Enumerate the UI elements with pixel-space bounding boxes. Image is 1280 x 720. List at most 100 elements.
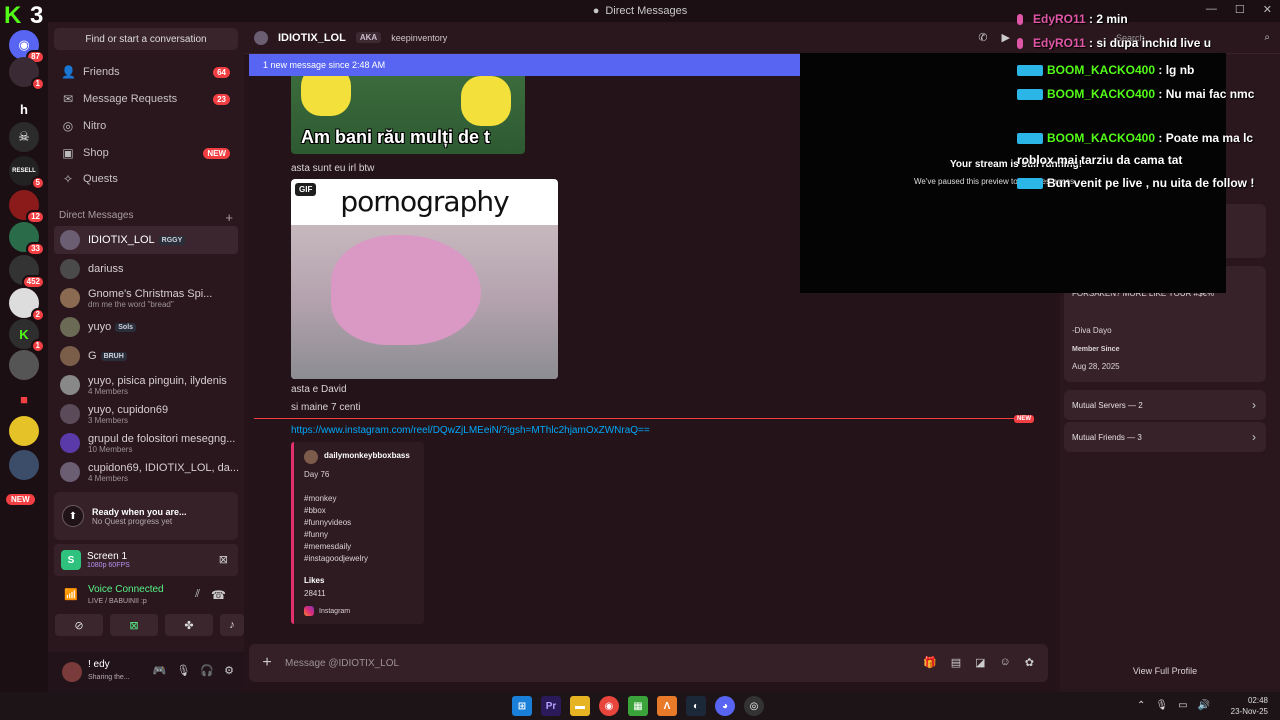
server-icon[interactable]: h <box>9 94 39 124</box>
disconnect-icon[interactable]: ☎ <box>211 588 226 602</box>
chat-title[interactable]: IDIOTIX_LOL <box>278 32 346 44</box>
dm-item[interactable]: G BRUH <box>54 342 238 370</box>
chevron-right-icon: › <box>1252 398 1256 412</box>
server-icon[interactable] <box>9 416 39 446</box>
dm-item[interactable]: yuyo, pisica pinguin, ilydenis 4 Members <box>54 371 238 399</box>
app-icon[interactable]: Λ <box>657 696 677 716</box>
chrome-icon[interactable]: ◉ <box>599 696 619 716</box>
video-call-icon[interactable]: ▶ <box>1002 31 1010 44</box>
nitro-icon: ◎ <box>62 119 74 133</box>
server-icon[interactable]: RESELL 5 <box>9 156 45 190</box>
window-title: ● Direct Messages <box>593 5 688 17</box>
instagram-link[interactable]: https://www.instagram.com/reel/DQwZjLMEe… <box>291 425 650 436</box>
sticker-icon[interactable]: ◪ <box>975 656 985 669</box>
create-dm-button[interactable]: + <box>225 210 233 225</box>
view-full-profile-link[interactable]: View Full Profile <box>1060 666 1270 676</box>
meme-image[interactable]: Am bani rău mulți de t <box>291 76 525 154</box>
taskbar: ⊞ Pr ▬ ◉ ▦ Λ ◐ ◕ ◎ ⌃ 🎙 ▭ 🔊 02:48 23-Nov-… <box>0 692 1280 720</box>
nav-message-requests[interactable]: ✉ Message Requests 23 <box>54 87 238 111</box>
mic-icon[interactable]: 🎙 <box>1155 700 1168 711</box>
close-button[interactable]: ✕ <box>1263 3 1272 16</box>
camera-button[interactable]: ⊘ <box>55 614 103 636</box>
member-since-value: Aug 28, 2025 <box>1072 362 1120 371</box>
apps-icon[interactable]: ✿ <box>1025 656 1034 669</box>
chevron-up-icon[interactable]: ⌃ <box>1137 700 1145 711</box>
screen-share-button[interactable]: ⊠ <box>110 614 158 636</box>
discord-icon[interactable]: ◕ <box>715 696 735 716</box>
server-tag: BRUH <box>100 351 127 361</box>
mic-icon[interactable]: 🎙 <box>176 664 190 677</box>
nav-quests[interactable]: ✧ Quests <box>54 167 238 191</box>
server-icon[interactable]: 33 <box>9 222 45 256</box>
noise-suppression-icon[interactable]: ⫽ <box>195 588 200 601</box>
find-conversation-button[interactable]: Find or start a conversation <box>54 28 238 50</box>
headphones-icon[interactable]: 🎧 <box>200 664 214 677</box>
dm-item[interactable]: cupidon69, IDIOTIX_LOL, da... 4 Members <box>54 458 238 486</box>
message-input[interactable]: Message @IDIOTIX_LOL <box>285 658 399 669</box>
mutual-servers-row[interactable]: Mutual Servers — 2 › <box>1064 390 1266 420</box>
home-button[interactable]: ◉ 87 <box>9 30 45 64</box>
badge-icon <box>1017 89 1043 101</box>
new-badge: NEW <box>6 494 35 505</box>
gif-embed[interactable]: pornography GIF <box>291 179 558 379</box>
volume-icon[interactable]: 🔊 <box>1198 700 1210 711</box>
new-messages-bar[interactable]: 1 new message since 2:48 AM <box>249 54 800 76</box>
gear-icon[interactable]: ⚙ <box>224 664 234 677</box>
stop-stream-icon[interactable]: ⊠ <box>219 553 228 566</box>
windows-start-icon[interactable]: ⊞ <box>512 696 532 716</box>
minecraft-icon[interactable]: ▦ <box>628 696 648 716</box>
attach-button[interactable]: + <box>249 654 285 672</box>
nav-shop[interactable]: ▣ Shop NEW <box>54 141 238 165</box>
overlay-message: BOOM_KACKO400 : Poate ma ma lc roblox ma… <box>1017 131 1254 167</box>
new-messages-divider <box>254 418 1034 419</box>
network-icon[interactable]: ▭ <box>1178 700 1187 711</box>
voice-status[interactable]: Voice Connected <box>88 584 164 595</box>
clock-time: 02:48 <box>1247 696 1268 705</box>
activities-button[interactable]: ✤ <box>165 614 213 636</box>
overlay-message: BOOM_KACKO400 : lg nb <box>1017 59 1257 81</box>
server-icon[interactable] <box>9 350 39 380</box>
gif-icon[interactable]: ▤ <box>951 656 961 669</box>
nav-nitro[interactable]: ◎ Nitro <box>54 114 238 138</box>
voice-channel[interactable]: LIVE / BABUINII :p <box>88 598 147 605</box>
server-icon[interactable]: 1 <box>9 57 45 91</box>
avatar <box>304 450 318 464</box>
soundboard-button[interactable]: ♪ <box>220 614 244 636</box>
emoji-icon[interactable]: ☺ <box>1000 656 1011 669</box>
steam-icon[interactable]: ◐ <box>686 696 706 716</box>
avatar <box>60 259 80 279</box>
nav-friends[interactable]: 👤 Friends 64 <box>54 60 238 84</box>
user-name[interactable]: ! edy <box>88 659 110 670</box>
signal-icon[interactable]: 📶 <box>64 588 78 601</box>
server-icon[interactable]: K1 <box>9 319 45 353</box>
server-icon[interactable]: 12 <box>9 190 45 224</box>
overlay-message: EdyRO11 : 2 min <box>1017 8 1257 30</box>
app-icon[interactable]: ◎ <box>744 696 764 716</box>
link-embed: dailymonkeybboxbass Day 76 #monkey #bbox… <box>291 442 424 624</box>
clock[interactable]: 02:48 23-Nov-25 <box>1231 695 1268 717</box>
avatar[interactable] <box>62 662 82 682</box>
dm-item[interactable]: yuyo Sols <box>54 313 238 341</box>
gift-icon[interactable]: 🎁 <box>923 656 937 669</box>
server-icon[interactable]: ☠ <box>9 122 39 152</box>
embed-author[interactable]: dailymonkeybboxbass <box>324 451 410 460</box>
voice-call-icon[interactable]: ✆ <box>978 31 987 44</box>
quest-panel[interactable]: ⬆ Ready when you are... No Quest progres… <box>54 492 238 540</box>
shop-icon: ▣ <box>62 146 74 160</box>
premiere-icon[interactable]: Pr <box>541 696 561 716</box>
gamepad-icon[interactable]: 🎮 <box>153 664 167 677</box>
dm-item[interactable]: grupul de folositori mesegng... 10 Member… <box>54 429 238 457</box>
dm-item[interactable]: dariuss <box>54 255 238 283</box>
dm-item[interactable]: IDIOTIX_LOL RGGY <box>54 226 238 254</box>
server-icon[interactable]: 2 <box>9 288 45 322</box>
screen-share-panel[interactable]: S Screen 1 1080p 60FPS ⊠ <box>54 544 238 576</box>
activities-icon: ✤ <box>184 619 194 632</box>
file-explorer-icon[interactable]: ▬ <box>570 696 590 716</box>
dm-item[interactable]: yuyo, cupidon69 3 Members <box>54 400 238 428</box>
mutual-friends-row[interactable]: Mutual Friends — 3 › <box>1064 422 1266 452</box>
server-icon[interactable] <box>9 450 39 480</box>
dm-item[interactable]: Gnome's Christmas Spi... dm me the word "… <box>54 284 238 312</box>
server-icon[interactable]: ■ <box>9 384 39 414</box>
search-icon[interactable]: ⌕ <box>1264 32 1270 43</box>
server-icon[interactable]: 452 <box>9 255 45 289</box>
